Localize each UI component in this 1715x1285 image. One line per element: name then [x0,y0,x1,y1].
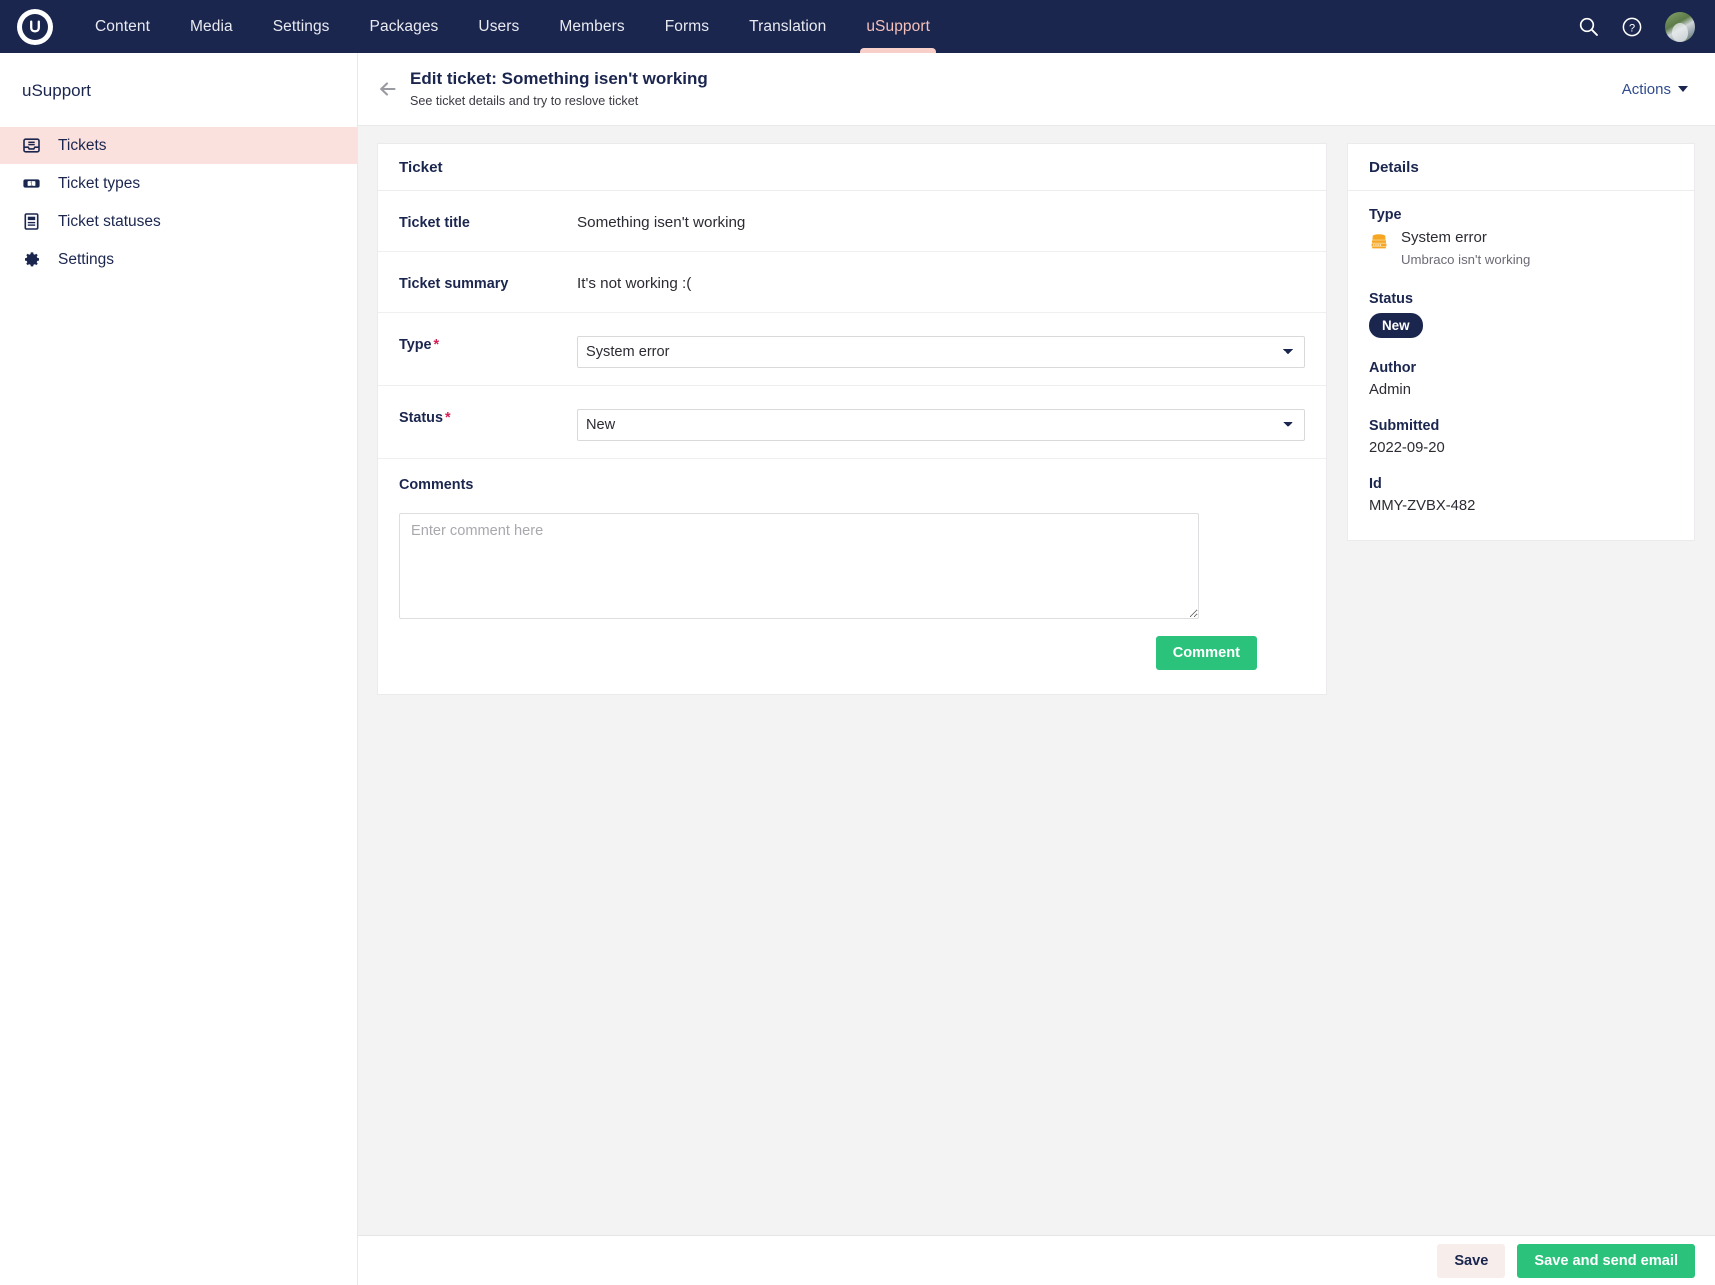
details-body: Type System error [1348,191,1694,540]
page-header: Edit ticket: Something isen't working Se… [358,53,1715,126]
nav-item-settings[interactable]: Settings [253,0,350,53]
sidebar-item-tickets[interactable]: Tickets [0,127,357,164]
inbox-icon [22,136,44,155]
required-marker: * [445,410,451,426]
sidebar-item-settings[interactable]: Settings [0,241,357,278]
nav-item-translation[interactable]: Translation [729,0,846,53]
sidebar-item-ticket-types[interactable]: 1 Ticket types [0,165,357,202]
comments-label: Comments [399,477,1305,493]
chevron-down-icon [1678,86,1688,92]
nav-item-packages[interactable]: Packages [350,0,459,53]
sidebar-item-label: Settings [58,251,114,269]
comment-input[interactable] [399,513,1199,619]
comments-section: Comments Comment [378,459,1326,694]
details-panel-title: Details [1348,144,1694,191]
svg-text:?: ? [1629,22,1635,34]
ticket-type-label: Type* [399,331,577,353]
ticket-status-select[interactable]: New [577,409,1305,441]
details-author-label: Author [1369,360,1673,376]
page-header-text: Edit ticket: Something isen't working Se… [410,68,708,111]
sidebar-item-label: Ticket statuses [58,213,161,231]
top-navigation-bar: Content Media Settings Packages Users Me… [0,0,1715,53]
ticket-summary-row: Ticket summary It's not working :( [378,252,1326,313]
ticket-panel-title: Ticket [378,144,1326,191]
ticket-title-row: Ticket title Something isen't working [378,191,1326,252]
ticket-type-row: Type* System error [378,313,1326,386]
ticket-title-value: Something isen't working [577,209,1305,231]
ticket-panel: Ticket Ticket title Something isen't wor… [377,143,1327,695]
help-icon[interactable]: ? [1621,16,1643,38]
list-icon [22,212,44,231]
top-nav-items: Content Media Settings Packages Users Me… [75,0,950,53]
details-type-row: System error Umbraco isn't working [1369,229,1673,270]
nav-item-users[interactable]: Users [458,0,539,53]
details-panel: Details Type [1347,143,1695,541]
details-id-label: Id [1369,476,1673,492]
details-status-label: Status [1369,291,1673,307]
svg-text:1: 1 [30,181,33,187]
nav-item-content[interactable]: Content [75,0,170,53]
details-type-label: Type [1369,207,1673,223]
ticket-status-row: Status* New [378,386,1326,459]
details-id-value: MMY-ZVBX-482 [1369,498,1673,514]
nav-item-usupport[interactable]: uSupport [846,0,950,53]
ticket-summary-value: It's not working :( [577,270,1305,292]
status-badge: New [1369,313,1423,338]
ticket-title-label: Ticket title [399,209,577,231]
page-title: Edit ticket: Something isen't working [410,68,708,91]
nav-item-forms[interactable]: Forms [645,0,729,53]
footer-action-bar: Save Save and send email [358,1235,1715,1285]
nav-item-media[interactable]: Media [170,0,253,53]
avatar[interactable] [1665,12,1695,42]
details-author-value: Admin [1369,382,1673,398]
sidebar: uSupport Tickets 1 Ticket types [0,53,358,1285]
details-type-description: Umbraco isn't working [1401,250,1530,270]
actions-label: Actions [1622,81,1671,98]
save-and-send-email-button[interactable]: Save and send email [1517,1244,1695,1278]
actions-menu-button[interactable]: Actions [1622,81,1688,98]
ticket-icon: 1 [22,174,44,193]
sidebar-item-ticket-statuses[interactable]: Ticket statuses [0,203,357,240]
sidebar-title: uSupport [0,53,357,127]
top-nav-actions: ? [1578,12,1715,42]
ticket-type-select[interactable]: System error [577,336,1305,368]
comment-button[interactable]: Comment [1156,636,1257,670]
gear-icon [22,250,44,269]
details-submitted-label: Submitted [1369,418,1673,434]
sidebar-item-label: Ticket types [58,175,140,193]
umbraco-logo-icon[interactable] [17,9,53,45]
main-content: Ticket Ticket title Something isen't wor… [358,126,1715,1235]
ticket-status-label: Status* [399,404,577,426]
nav-item-members[interactable]: Members [539,0,644,53]
details-type-text: System error Umbraco isn't working [1401,229,1530,270]
back-arrow-icon[interactable] [378,80,398,98]
comment-button-row: Comment [399,619,1257,670]
search-icon[interactable] [1578,16,1599,37]
required-marker: * [434,337,440,353]
sidebar-item-label: Tickets [58,137,107,155]
details-type-name: System error [1401,229,1530,248]
details-submitted-value: 2022-09-20 [1369,440,1673,456]
save-button[interactable]: Save [1437,1244,1505,1278]
ticket-summary-label: Ticket summary [399,270,577,292]
server-icon [1369,229,1391,256]
page-subtitle: See ticket details and try to reslove ti… [410,92,708,111]
